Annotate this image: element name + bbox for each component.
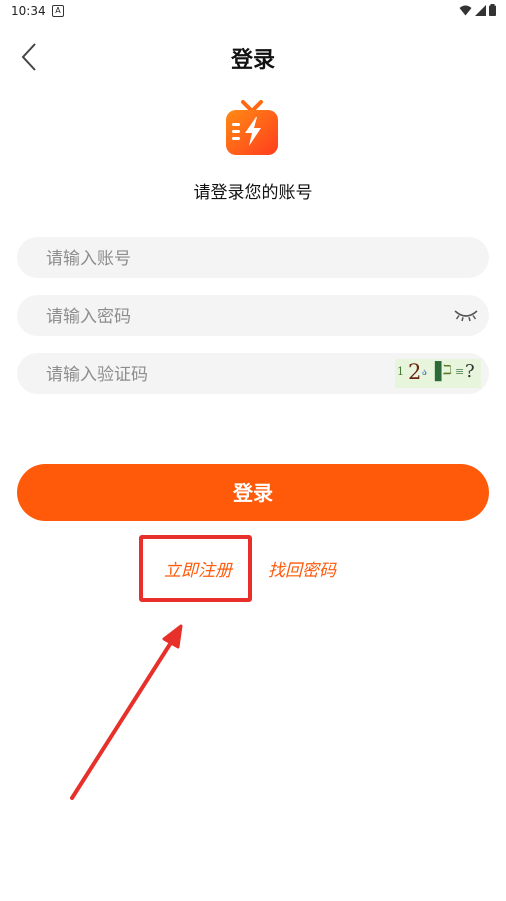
password-input[interactable] bbox=[44, 295, 408, 338]
signal-icon bbox=[475, 4, 486, 16]
battery-icon bbox=[489, 4, 496, 16]
page-title: 登录 bbox=[230, 48, 275, 73]
eye-closed-icon bbox=[454, 310, 478, 322]
forgot-password-link[interactable]: 找回密码 bbox=[268, 556, 336, 581]
status-icons bbox=[459, 4, 496, 16]
status-bar: 10:34 A bbox=[0, 0, 506, 22]
app-logo bbox=[223, 100, 281, 158]
notification-icon: A bbox=[52, 5, 64, 17]
password-field bbox=[17, 295, 489, 338]
annotation-highlight-box bbox=[139, 535, 252, 602]
status-time: 10:34 bbox=[11, 4, 46, 18]
login-subtitle: 请登录您的账号 bbox=[193, 183, 313, 203]
captcha-input[interactable] bbox=[44, 353, 378, 396]
password-visibility-toggle[interactable] bbox=[453, 307, 479, 325]
wifi-icon bbox=[459, 5, 472, 15]
login-button[interactable]: 登录 bbox=[17, 464, 489, 521]
captcha-field: 1 2 ა ▌ ℶ ≡ ? bbox=[17, 353, 489, 396]
auth-links: 立即注册 找回密码 bbox=[0, 556, 506, 582]
account-field bbox=[17, 237, 489, 280]
account-input[interactable] bbox=[44, 237, 408, 280]
tv-lightning-logo bbox=[226, 100, 278, 155]
captcha-image[interactable]: 1 2 ა ▌ ℶ ≡ ? bbox=[395, 359, 481, 388]
